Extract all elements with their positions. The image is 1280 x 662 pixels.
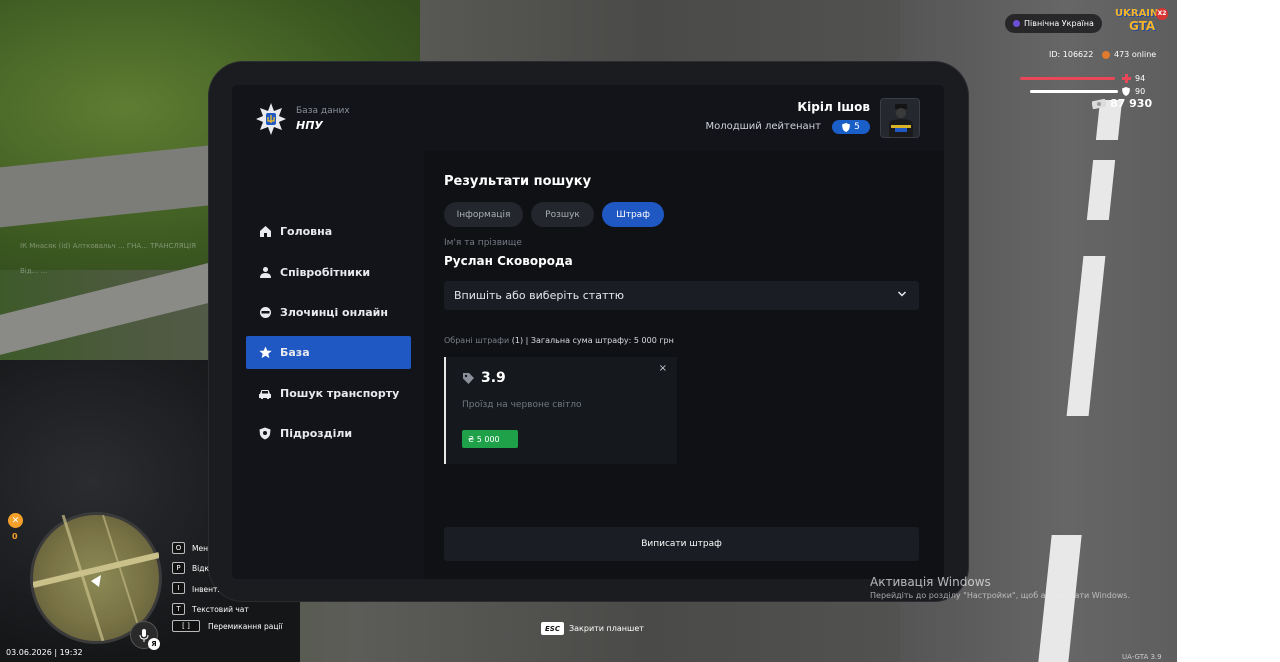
- key-hint-label: Перемикання рації: [208, 622, 283, 631]
- tag-icon: [463, 372, 474, 384]
- windows-activation-subtitle: Перейдіть до розділу "Настройки", щоб ак…: [870, 591, 1130, 600]
- key-hint-label: Текстовий чат: [192, 605, 249, 614]
- armor-bar: [1030, 90, 1118, 93]
- officer-avatar-icon: [881, 99, 919, 137]
- feed-line: Від... ...: [20, 267, 48, 275]
- key-hint-label: Мен: [192, 544, 208, 553]
- game-logo: UKRAINE GTA X2: [1115, 8, 1170, 38]
- nav-item-home[interactable]: Головна: [246, 215, 411, 248]
- tab-wanted[interactable]: Розшук: [531, 202, 594, 227]
- wanted-level: 0: [12, 532, 18, 541]
- region-name: Північна Україна: [1024, 19, 1094, 28]
- fine-amount-badge: ₴ 5 000: [462, 430, 518, 448]
- logo-badge: X2: [1156, 8, 1168, 20]
- nav-label: Головна: [280, 225, 333, 238]
- money-value: 87 930: [1110, 97, 1153, 110]
- nav-item-employees[interactable]: Співробітники: [246, 256, 411, 289]
- nav-item-database[interactable]: База: [246, 336, 411, 369]
- nav-label: Підрозділи: [280, 427, 353, 440]
- keyboard-layout-badge: Я: [148, 638, 160, 650]
- key-hint-key: P: [172, 562, 185, 574]
- fine-code: 3.9: [462, 370, 506, 386]
- date-time: 03.06.2026 | 19:32: [6, 648, 83, 657]
- nav-item-criminals-online[interactable]: Злочинці онлайн: [246, 296, 411, 329]
- key-hint-label: Інвент.: [192, 585, 220, 594]
- money-display: 87 930: [1092, 97, 1152, 110]
- key-hint-key: I: [172, 582, 185, 594]
- user-name: Кіріл Ішов: [797, 100, 870, 114]
- fine-code-text: 3.9: [481, 370, 506, 386]
- car-icon: [258, 387, 272, 401]
- key-hint-key: O: [172, 542, 185, 554]
- tab-information[interactable]: Інформація: [444, 202, 523, 227]
- online-text: 473 online: [1114, 50, 1157, 59]
- issue-fine-button[interactable]: Виписати штраф: [444, 527, 919, 561]
- logo-bottom: GTA: [1129, 19, 1156, 33]
- article-select-value: Впишіть або виберіть статтю: [454, 289, 625, 302]
- nav-item-vehicle-search[interactable]: Пошук транспорту: [246, 377, 411, 410]
- fine-description: Проїзд на червоне світло: [462, 400, 582, 410]
- windows-activation-title: Активація Windows: [870, 575, 991, 589]
- profile-header: Кіріл Ішов Молодший лейтенант 5: [424, 85, 944, 151]
- region-icon: [1013, 20, 1020, 27]
- shield-icon: [258, 427, 272, 441]
- police-emblem-icon: [256, 103, 286, 135]
- tablet-screen: База даних НПУ Головна Співробітники Зло…: [232, 85, 944, 579]
- rank-level: 5: [854, 122, 860, 132]
- game-version: UA-GTA 3.9: [1122, 653, 1162, 661]
- nav-item-divisions[interactable]: Підрозділи: [246, 417, 411, 450]
- rank-badge: 5: [832, 120, 870, 134]
- online-count: 473 online: [1102, 50, 1156, 59]
- health-bar: [1020, 77, 1115, 80]
- user-rank: Молодший лейтенант: [705, 121, 821, 132]
- armor-value: 90: [1135, 87, 1146, 96]
- key-hint-label: Відк: [192, 564, 209, 573]
- mask-icon: [258, 306, 272, 320]
- player-arrow-icon: [91, 575, 101, 587]
- chevron-down-icon: [897, 291, 907, 297]
- citizen-name: Руслан Сковорода: [444, 254, 573, 268]
- close-tablet-label: Закрити планшет: [569, 624, 644, 633]
- fines-summary: Обрані штрафи (1) | Загальна сума штрафу…: [444, 336, 674, 345]
- summary-total: (1) | Загальна сума штрафу: 5 000 грн: [511, 336, 674, 345]
- region-badge: Північна Україна: [1005, 14, 1102, 33]
- brand-subtitle: База даних: [296, 106, 350, 116]
- nav-label: Злочинці онлайн: [280, 306, 388, 319]
- article-select[interactable]: Впишіть або виберіть статтю: [444, 281, 919, 310]
- microphone-icon: [139, 628, 149, 642]
- player-id: ID: 106622: [1049, 50, 1094, 59]
- fine-card: 3.9 × Проїзд на червоне світло ₴ 5 000: [444, 357, 677, 464]
- esc-key-hint[interactable]: ESC: [541, 622, 564, 635]
- nav-label: База: [280, 346, 310, 359]
- summary-prefix: Обрані штрафи: [444, 336, 510, 345]
- main-panel: Кіріл Ішов Молодший лейтенант 5 Результа…: [424, 85, 944, 579]
- feed-line: ІК Мнасяк (id) Алтковальч ... ГНА... ТРА…: [20, 242, 197, 250]
- cash-icon: [1092, 98, 1106, 109]
- star-icon: [258, 346, 272, 360]
- key-hint-key: [ ]: [172, 620, 200, 632]
- name-label: Ім'я та прізвище: [444, 238, 522, 248]
- health-icon: [1122, 74, 1131, 83]
- health-value: 94: [1135, 74, 1146, 83]
- key-hint-key: T: [172, 603, 185, 615]
- wanted-icon: ✕: [8, 513, 23, 528]
- tab-fine[interactable]: Штраф: [602, 202, 664, 227]
- online-icon: [1102, 50, 1110, 59]
- nav-label: Співробітники: [280, 266, 371, 279]
- home-icon: [258, 225, 272, 239]
- armor-icon: [1122, 87, 1130, 96]
- remove-fine-button[interactable]: ×: [659, 363, 667, 374]
- brand-title: НПУ: [296, 119, 323, 132]
- badge-icon: [842, 122, 851, 132]
- avatar[interactable]: [880, 98, 920, 138]
- nav-label: Пошук транспорту: [280, 387, 400, 400]
- page-title: Результати пошуку: [444, 174, 592, 189]
- users-icon: [258, 266, 272, 280]
- sidebar: База даних НПУ Головна Співробітники Зло…: [232, 85, 424, 579]
